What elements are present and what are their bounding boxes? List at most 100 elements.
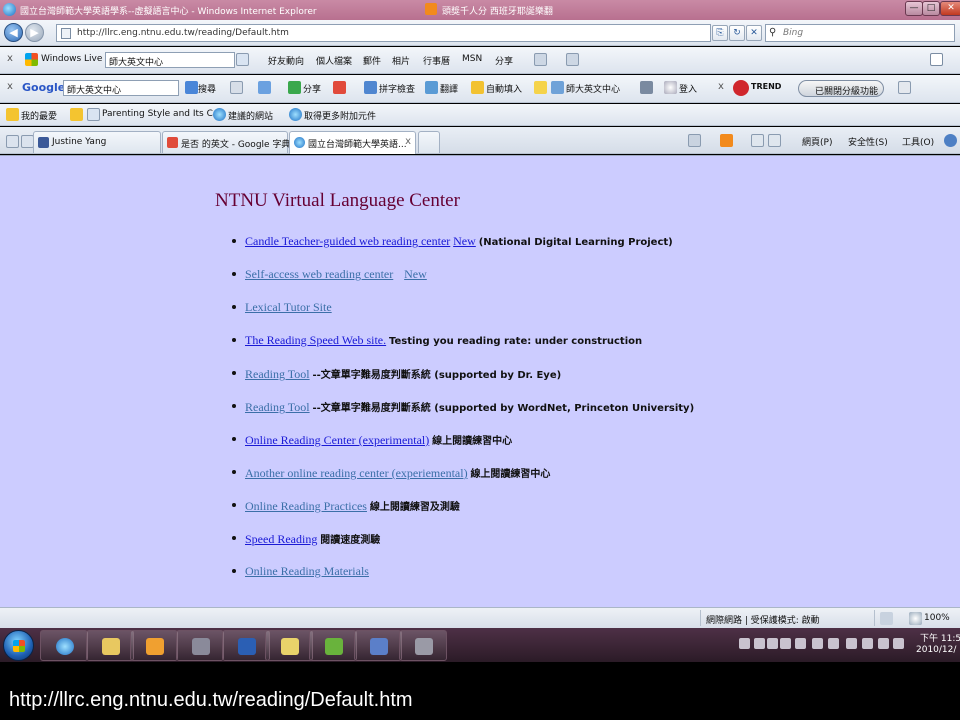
favorites-label[interactable]: 我的最愛	[21, 109, 57, 122]
clock-time[interactable]: 下午 11:50	[920, 631, 960, 644]
highlight-icon[interactable]	[534, 81, 547, 94]
google-translate-button[interactable]: 翻譯	[440, 82, 458, 95]
google-spellcheck-button[interactable]: 拼字檢查	[379, 82, 415, 95]
wl-item-mail[interactable]: 郵件	[363, 54, 381, 67]
google-autofill-button[interactable]: 自動填入	[486, 82, 522, 95]
taskbar-laptop[interactable]	[399, 630, 447, 661]
online-reading-center-link[interactable]: Online Reading Center (experimental)	[245, 433, 429, 447]
stop-icon[interactable]: ✕	[746, 25, 762, 41]
another-reading-center-link[interactable]: Another online reading center (experieme…	[245, 466, 468, 480]
autofill-icon[interactable]	[471, 81, 484, 94]
plus-icon[interactable]	[258, 81, 271, 94]
toolbar-check-icon[interactable]	[930, 53, 943, 66]
candle-reading-link[interactable]: Candle Teacher-guided web reading center	[245, 234, 450, 248]
ime-icon[interactable]	[739, 638, 750, 649]
mail-icon[interactable]	[534, 53, 547, 66]
tray-settings-icon[interactable]	[795, 638, 806, 649]
reading-tool-dreye-link[interactable]: Reading Tool	[245, 367, 310, 381]
clock-date[interactable]: 2010/12/	[916, 645, 956, 655]
tray-app-icon[interactable]	[828, 638, 839, 649]
quick-tabs-icon[interactable]	[6, 135, 19, 148]
protected-mode-icon[interactable]	[880, 612, 893, 625]
add-favorite-icon[interactable]	[70, 108, 83, 121]
safety-menu[interactable]: 安全性(S)	[848, 135, 888, 148]
reading-practices-link[interactable]: Online Reading Practices	[245, 499, 367, 513]
close-button[interactable]: ✕	[940, 1, 960, 16]
user-icon[interactable]	[664, 81, 677, 94]
start-button[interactable]	[3, 630, 34, 661]
popup-blocker-icon[interactable]	[333, 81, 346, 94]
page-options-icon[interactable]	[230, 81, 243, 94]
windows-live-search-value[interactable]: 師大英文中心	[109, 55, 163, 68]
close-trend-toolbar-icon[interactable]: x	[718, 81, 724, 92]
windows-live-search-field[interactable]: 師大英文中心	[105, 52, 235, 68]
close-toolbar-icon[interactable]: x	[7, 53, 13, 64]
taskbar-explorer[interactable]	[86, 630, 134, 661]
google-search-field[interactable]: 師大英文中心	[63, 80, 179, 96]
favorites-star-icon[interactable]	[6, 108, 19, 121]
speed-reading-link[interactable]: Speed Reading	[245, 532, 317, 546]
translate-icon[interactable]	[425, 81, 438, 94]
tab-google-dictionary[interactable]: 是否 的英文 - Google 字典	[162, 131, 290, 153]
ime-punct-icon[interactable]	[780, 638, 791, 649]
taskbar-messenger[interactable]	[309, 630, 357, 661]
back-button[interactable]: ◀	[4, 23, 23, 42]
print-icon[interactable]	[768, 134, 781, 147]
close-tab-icon[interactable]: x	[405, 136, 411, 147]
page-menu[interactable]: 網頁(P)	[802, 135, 832, 148]
google-search-button[interactable]: 搜尋	[198, 82, 216, 95]
reading-tool-wordnet-link[interactable]: Reading Tool	[245, 400, 310, 414]
taskbar-internet-explorer[interactable]	[40, 630, 88, 661]
wl-item-calendar[interactable]: 行事曆	[423, 54, 450, 67]
taskbar-folder[interactable]	[265, 630, 313, 661]
forward-button[interactable]: ▶	[25, 23, 44, 42]
wl-item-share[interactable]: 分享	[495, 54, 513, 67]
google-bookmark-button[interactable]: 師大英文中心	[566, 82, 620, 95]
tray-network-icon[interactable]	[846, 638, 857, 649]
zoom-level[interactable]: 100%	[924, 613, 950, 623]
google-signin-button[interactable]: 登入	[679, 82, 697, 95]
rating-toggle[interactable]: 已關閉分級功能	[798, 80, 884, 97]
new-tab-button[interactable]	[418, 131, 440, 153]
address-input[interactable]: http://llrc.eng.ntnu.edu.tw/reading/Defa…	[77, 28, 289, 38]
address-field[interactable]: http://llrc.eng.ntnu.edu.tw/reading/Defa…	[56, 24, 711, 42]
rss-feed-icon[interactable]	[425, 3, 437, 15]
bookmark-icon[interactable]	[551, 81, 564, 94]
tab-justine-yang[interactable]: Justine Yang	[33, 131, 161, 153]
taskbar-dictionary[interactable]	[354, 630, 402, 661]
tray-volume-icon[interactable]	[893, 638, 904, 649]
feed-ticker[interactable]: 頭獎千人分 西班牙耶誕樂翻	[442, 4, 553, 17]
reading-speed-link[interactable]: The Reading Speed Web site.	[245, 333, 386, 347]
self-access-new-link[interactable]: New	[404, 267, 427, 281]
wl-item-friends[interactable]: 好友動向	[268, 54, 304, 67]
google-search-value[interactable]: 師大英文中心	[67, 83, 121, 96]
reading-materials-link[interactable]: Online Reading Materials	[245, 564, 369, 578]
read-mail-icon[interactable]	[751, 134, 764, 147]
help-icon[interactable]	[944, 134, 957, 147]
favorite-item-parenting[interactable]: Parenting Style and Its C...	[102, 109, 221, 119]
candle-new-link[interactable]: New	[453, 234, 476, 248]
tray-power-icon[interactable]	[862, 638, 873, 649]
google-share-button[interactable]: 分享	[303, 82, 321, 95]
favorite-item-addons[interactable]: 取得更多附加元件	[304, 109, 376, 122]
tray-flag-icon[interactable]	[878, 638, 889, 649]
lexical-tutor-link[interactable]: Lexical Tutor Site	[245, 300, 332, 314]
tab-ntnu-active[interactable]: 國立台灣師範大學英語... x	[289, 131, 416, 154]
share-icon[interactable]	[288, 81, 301, 94]
taskbar-app[interactable]	[176, 630, 224, 661]
search-input[interactable]: Bing	[783, 28, 803, 38]
ime-shape-icon[interactable]	[767, 638, 778, 649]
search-field[interactable]: ⚲ Bing	[765, 24, 955, 42]
zoom-icon[interactable]	[909, 612, 922, 625]
close-google-toolbar-icon[interactable]: x	[7, 81, 13, 92]
maximize-button[interactable]: □	[922, 1, 940, 16]
taskbar-media-player[interactable]	[130, 630, 178, 661]
spellcheck-icon[interactable]	[364, 81, 377, 94]
minimize-button[interactable]: —	[905, 1, 923, 16]
taskbar-word[interactable]	[222, 630, 270, 661]
windows-live-brand[interactable]: Windows Live	[41, 54, 102, 64]
feeds-icon[interactable]	[720, 134, 733, 147]
gear-icon[interactable]	[566, 53, 579, 66]
tools-menu[interactable]: 工具(O)	[902, 135, 934, 148]
wl-item-msn[interactable]: MSN	[462, 54, 482, 64]
